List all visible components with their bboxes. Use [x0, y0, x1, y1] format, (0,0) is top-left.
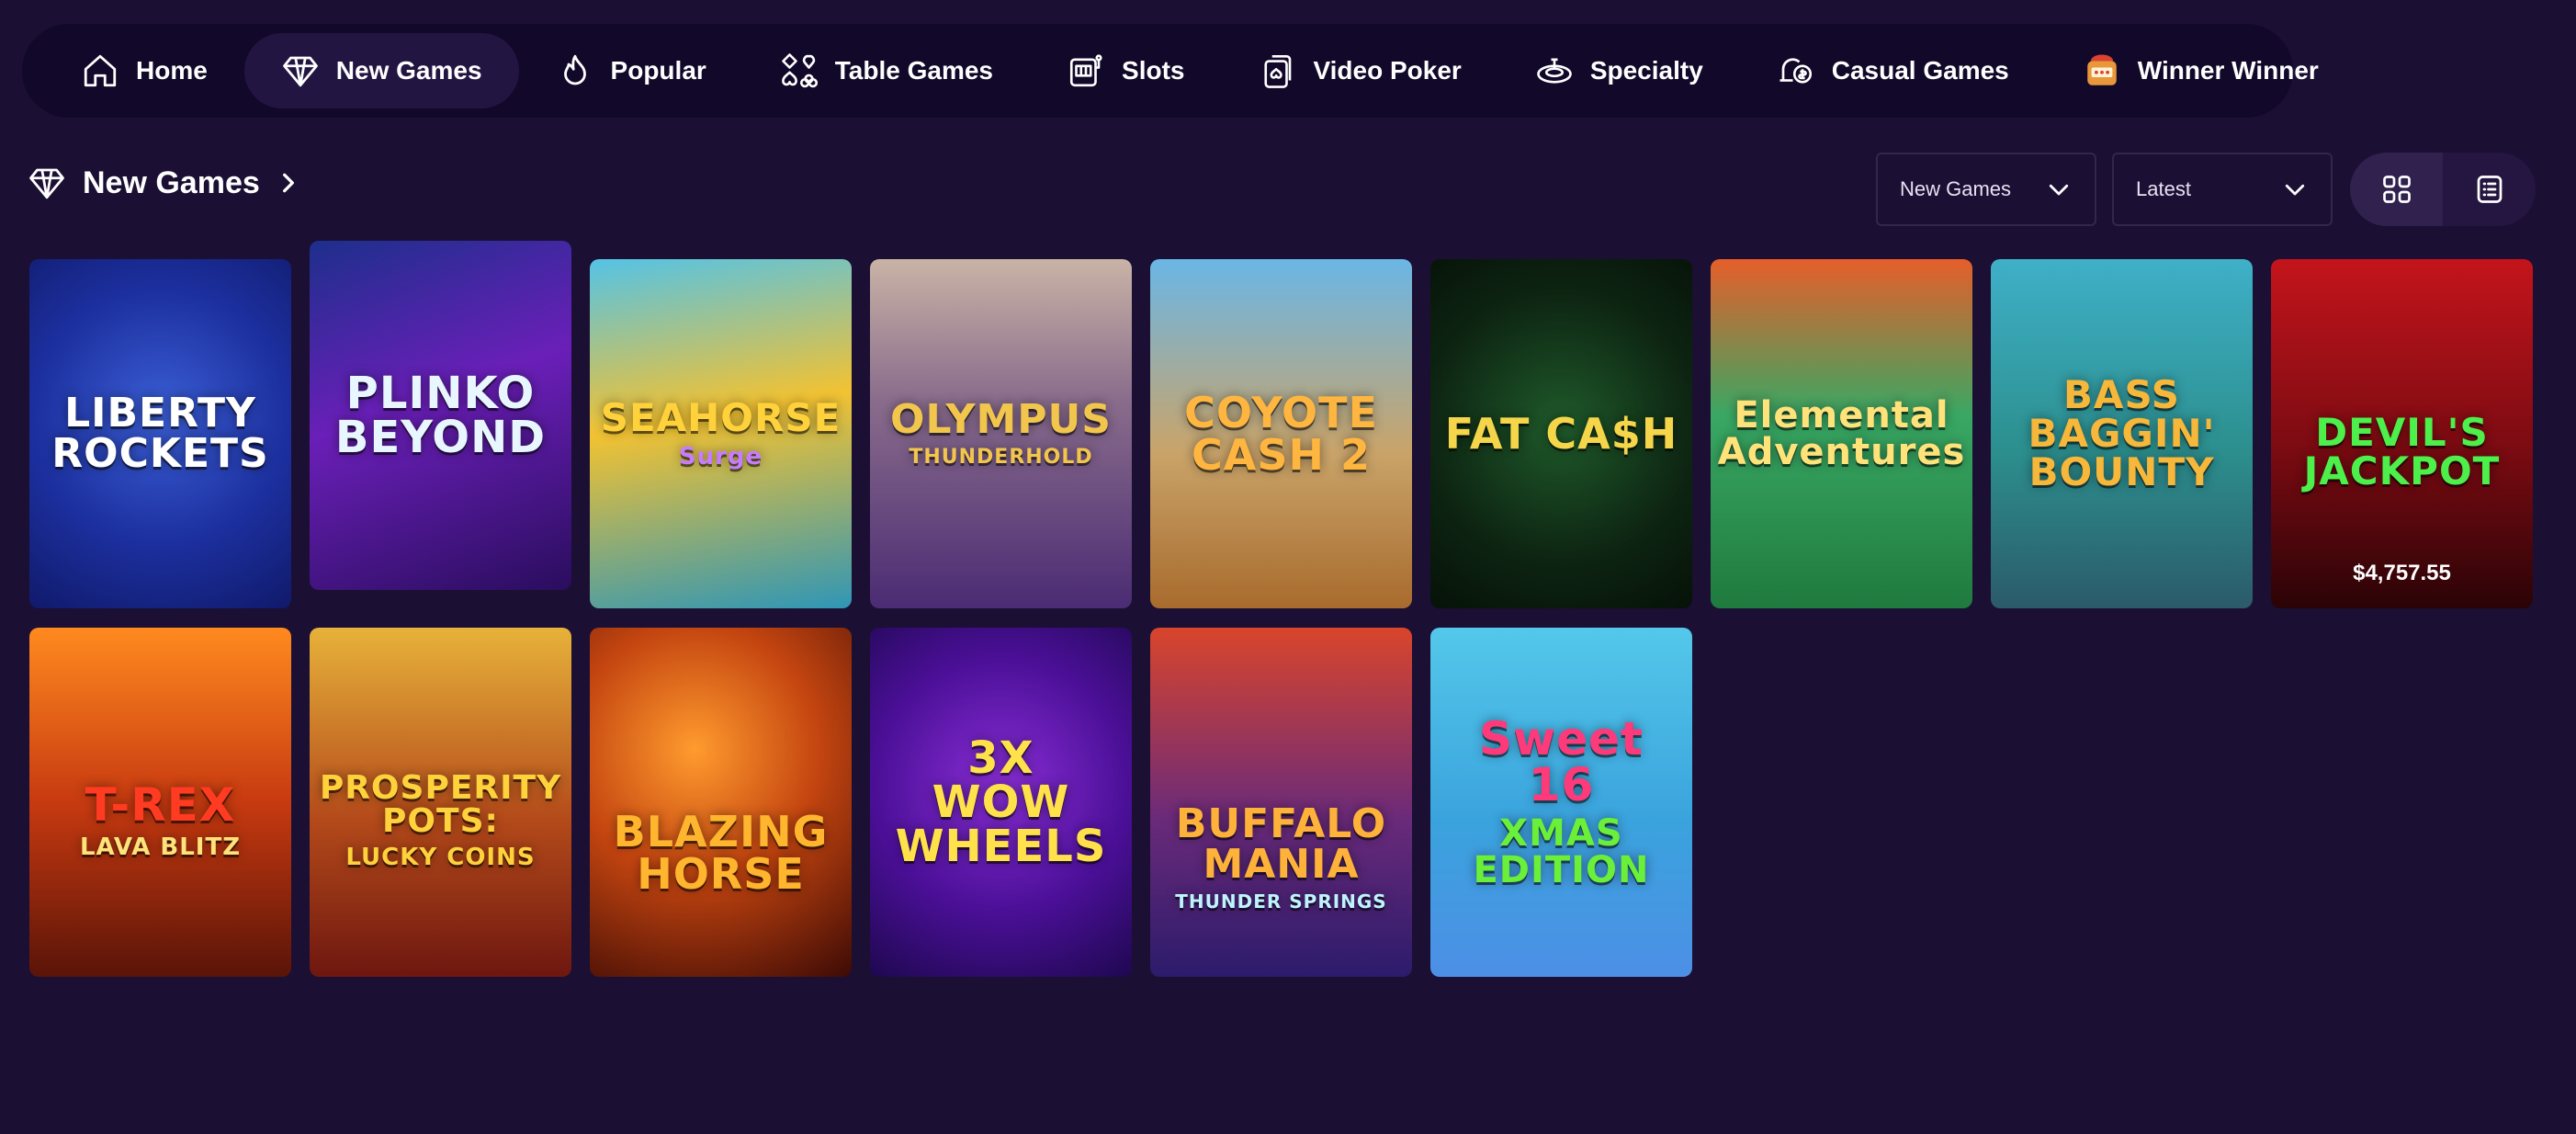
flame-icon — [556, 51, 594, 90]
nav-item-label: Table Games — [834, 56, 994, 85]
nav-item-label: Casual Games — [1831, 56, 2009, 85]
game-tile-seahorse-surge[interactable]: SEAHORSE Surge — [590, 259, 852, 608]
game-tile-olympus-thunderhold[interactable]: OLYMPUS THUNDERHOLD — [870, 259, 1132, 608]
nav-item-label: Winner Winner — [2137, 56, 2319, 85]
nav-item-label: Video Poker — [1313, 56, 1462, 85]
nav-item-new-games[interactable]: New Games — [243, 33, 519, 108]
nav-item-popular[interactable]: Popular — [519, 33, 743, 108]
nav-item-label: New Games — [335, 56, 482, 85]
game-tile-bass-baggin-bounty[interactable]: BASS BAGGIN' BOUNTY — [1991, 259, 2253, 608]
game-title: PLINKO BEYOND — [334, 368, 547, 463]
game-title: DEVIL'S JACKPOT — [2303, 410, 2501, 493]
nav-item-label: Specialty — [1589, 56, 1703, 85]
list-view-button[interactable] — [2443, 153, 2536, 226]
nav-item-label: Slots — [1122, 56, 1185, 85]
nav-item-label: Popular — [610, 56, 706, 85]
game-title: COYOTE CASH 2 — [1184, 388, 1378, 480]
game-title: PROSPERITY POTS: LUCKY COINS — [319, 769, 562, 871]
game-title: SEAHORSE Surge — [600, 395, 842, 471]
nav-item-home[interactable]: Home — [44, 33, 244, 108]
game-title: Sweet 16 XMAS EDITION — [1473, 712, 1650, 891]
game-title: Elemental Adventures — [1717, 394, 1966, 473]
game-tile-plinko-beyond[interactable]: PLINKO BEYOND — [310, 241, 571, 590]
nav-item-specialty[interactable]: Specialty — [1498, 33, 1740, 108]
game-tile-buffalo-mania[interactable]: BUFFALO MANIA THUNDER SPRINGS — [1150, 628, 1412, 977]
game-tile-fat-cash[interactable]: FAT CA$H — [1430, 259, 1692, 608]
slot-machine-icon — [1067, 51, 1105, 90]
game-tile-prosperity-pots[interactable]: PROSPERITY POTS: LUCKY COINS — [310, 628, 571, 977]
diamond-icon — [28, 164, 66, 202]
chevron-right-icon — [282, 173, 294, 193]
game-title: 3x WOW WHEELS — [895, 732, 1107, 872]
roulette-icon — [1535, 51, 1574, 90]
grid-icon — [2382, 176, 2411, 203]
nav-item-video-poker[interactable]: Video Poker — [1221, 33, 1497, 108]
game-tile-coyote-cash-2[interactable]: COYOTE CASH 2 — [1150, 259, 1412, 608]
jackpot-icon — [2083, 51, 2121, 90]
nav-item-table-games[interactable]: Table Games — [743, 33, 1030, 108]
list-icon — [2477, 176, 2502, 203]
nav-item-label: Home — [136, 56, 208, 85]
game-title: LIBERTY ROCKETS — [51, 390, 269, 477]
nav-item-winner-winner[interactable]: Winner Winner — [2046, 33, 2356, 108]
card-suits-icon — [780, 51, 819, 90]
game-title: FAT CA$H — [1444, 409, 1678, 459]
chevron-down-icon — [2049, 184, 2069, 196]
filter-controls: New Games Latest — [1876, 153, 2536, 226]
home-icon — [81, 51, 119, 90]
game-tile-blazing-horse[interactable]: BLAZING HORSE — [590, 628, 852, 977]
bell-coin-icon — [1777, 51, 1815, 90]
chevron-down-icon — [2285, 184, 2305, 196]
game-title: BASS BAGGIN' BOUNTY — [2028, 372, 2216, 494]
game-tile-t-rex-lava-blitz[interactable]: T-REX LAVA BLITZ — [29, 628, 291, 977]
section-title: New Games — [83, 164, 260, 200]
view-toggle — [2350, 153, 2536, 226]
category-select-value: New Games — [1900, 177, 2012, 200]
grid-view-button[interactable] — [2350, 153, 2443, 226]
nav-item-casual-games[interactable]: Casual Games — [1740, 33, 2046, 108]
game-tile-elemental-adventures[interactable]: Elemental Adventures — [1711, 259, 1972, 608]
game-title: T-REX LAVA BLITZ — [79, 778, 242, 861]
category-select[interactable]: New Games — [1876, 153, 2096, 226]
category-nav: Home New Games Popular Table Games Slots… — [22, 24, 2319, 118]
poker-card-icon — [1258, 51, 1296, 90]
game-title: OLYMPUS THUNDERHOLD — [890, 396, 1112, 469]
game-tile-sweet-16-xmas[interactable]: Sweet 16 XMAS EDITION — [1430, 628, 1692, 977]
nav-item-slots[interactable]: Slots — [1030, 33, 1221, 108]
jackpot-amount: $4,757.55 — [2353, 561, 2451, 585]
game-title: BLAZING HORSE — [613, 807, 829, 899]
game-tile-liberty-rockets[interactable]: LIBERTY ROCKETS — [29, 259, 291, 608]
sort-select[interactable]: Latest — [2112, 153, 2333, 226]
diamond-icon — [281, 51, 320, 90]
game-tile-devils-jackpot[interactable]: DEVIL'S JACKPOT $4,757.55 — [2271, 259, 2533, 608]
game-tile-wow-wheels[interactable]: 3x WOW WHEELS — [870, 628, 1132, 977]
sort-select-value: Latest — [2136, 177, 2191, 200]
game-title: BUFFALO MANIA THUNDER SPRINGS — [1175, 800, 1387, 913]
section-header[interactable]: New Games — [28, 164, 300, 202]
